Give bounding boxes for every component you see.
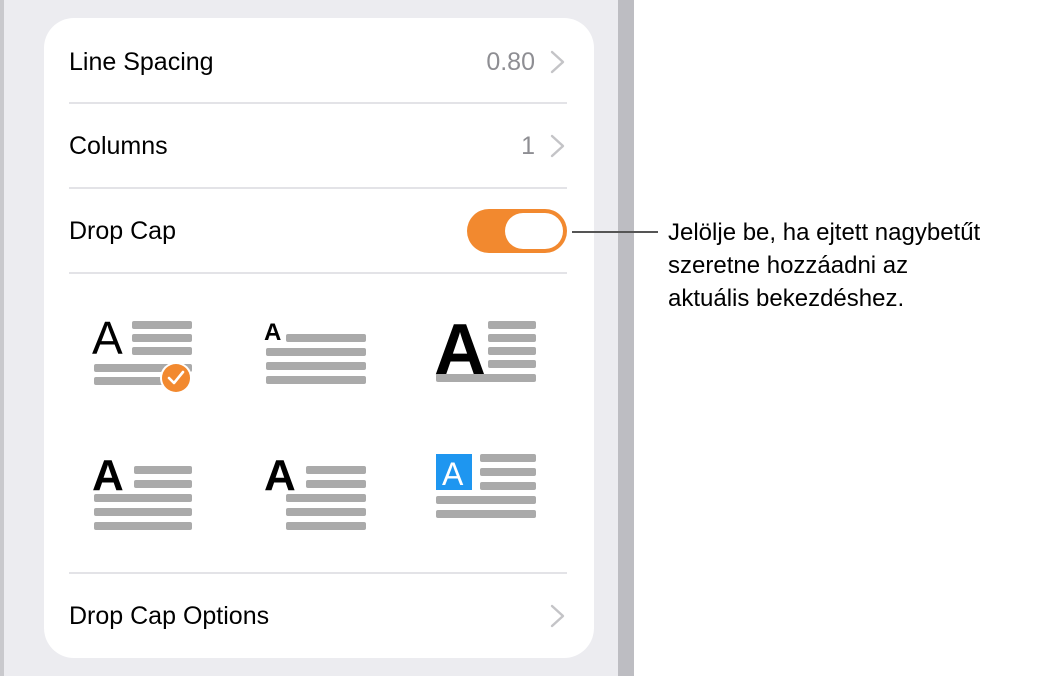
screen-left-edge — [0, 0, 4, 676]
drop-cap-style-3-preview: A — [434, 310, 536, 390]
device-screen: Line Spacing 0.80 Columns 1 Drop Cap A A… — [0, 0, 634, 676]
drop-cap-glyph: A — [264, 319, 281, 346]
callout-text: Jelölje be, ha ejtett nagybetűt szeretne… — [668, 219, 981, 312]
drop-cap-options-row[interactable]: Drop Cap Options — [69, 574, 567, 658]
drop-cap-style-4-preview: A — [92, 451, 192, 530]
drop-cap-glyph: A — [92, 451, 124, 500]
drop-cap-glyph: A — [442, 456, 464, 492]
drop-cap-style-6-preview: A — [436, 454, 536, 518]
drop-cap-style-5-preview: A — [264, 451, 366, 530]
chevron-right-icon — [550, 134, 565, 158]
drop-cap-glyph: A — [92, 312, 123, 364]
drop-cap-row: Drop Cap — [69, 189, 567, 273]
checkmark-badge-icon — [160, 362, 192, 394]
columns-label: Columns — [69, 131, 168, 160]
columns-value: 1 — [521, 131, 535, 160]
drop-cap-toggle[interactable] — [467, 209, 567, 253]
chevron-right-icon — [550, 50, 565, 74]
line-spacing-row[interactable]: Line Spacing 0.80 — [69, 20, 567, 104]
screen-right-edge — [618, 0, 634, 676]
drop-cap-glyph: A — [264, 451, 296, 500]
drop-cap-style-3[interactable]: A — [434, 308, 544, 398]
format-settings-panel: Line Spacing 0.80 Columns 1 Drop Cap A A… — [44, 18, 594, 658]
drop-cap-style-6[interactable]: A — [434, 450, 544, 540]
drop-cap-style-1-preview: A — [92, 312, 192, 394]
stage: Line Spacing 0.80 Columns 1 Drop Cap A A… — [0, 0, 1060, 676]
drop-cap-style-2[interactable]: A — [262, 308, 372, 398]
chevron-right-icon — [550, 604, 565, 628]
drop-cap-style-2-preview: A — [264, 319, 366, 384]
toggle-knob — [505, 213, 563, 249]
drop-cap-options-label: Drop Cap Options — [69, 601, 270, 630]
line-spacing-label: Line Spacing — [69, 47, 214, 76]
columns-row[interactable]: Columns 1 — [69, 104, 567, 188]
separator — [69, 272, 567, 274]
line-spacing-value: 0.80 — [486, 47, 535, 76]
drop-cap-style-1[interactable]: A — [88, 308, 198, 398]
callout-leader-line — [572, 231, 658, 233]
drop-cap-style-5[interactable]: A — [262, 450, 372, 540]
drop-cap-style-4[interactable]: A — [88, 450, 198, 540]
